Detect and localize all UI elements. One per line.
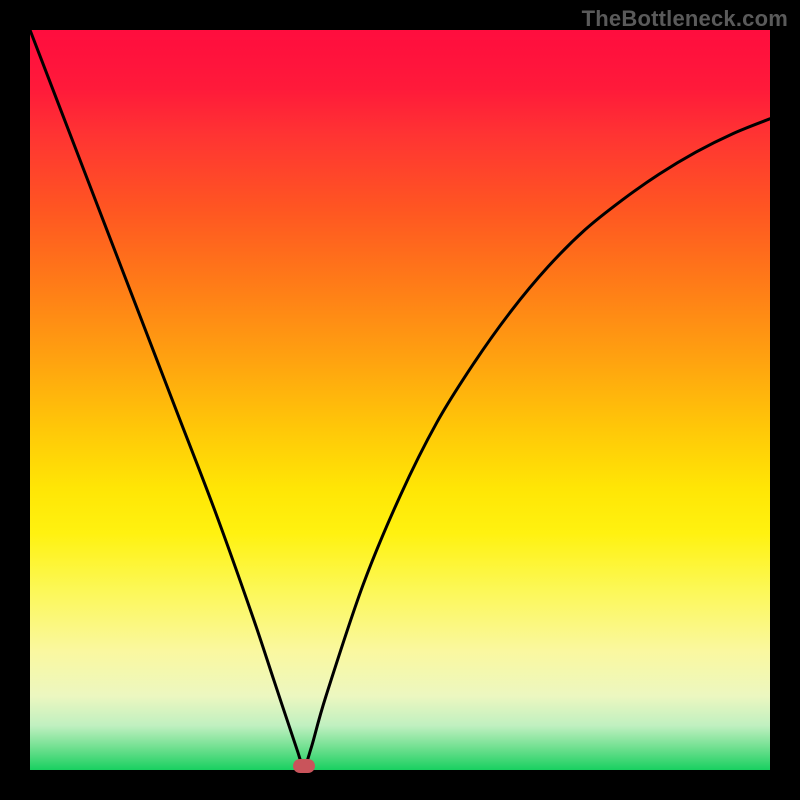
minimum-marker — [293, 759, 315, 773]
bottleneck-curve-path — [30, 30, 770, 766]
plot-area — [30, 30, 770, 770]
curve-svg — [30, 30, 770, 770]
chart-container: TheBottleneck.com — [0, 0, 800, 800]
watermark-text: TheBottleneck.com — [582, 6, 788, 32]
